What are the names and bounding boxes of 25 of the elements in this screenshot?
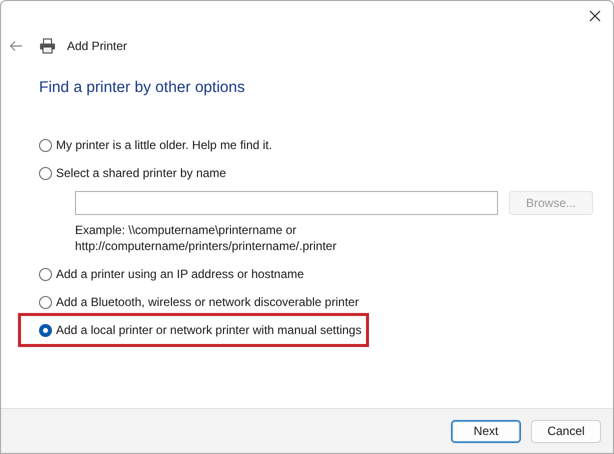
radio-button[interactable] [39,296,52,308]
window-title: Add Printer [67,39,128,53]
radio-option[interactable]: Add a Bluetooth, wireless or network discoverable printer [39,288,613,316]
radio-button[interactable] [39,268,52,280]
cancel-button[interactable]: Cancel [531,420,601,442]
back-button[interactable] [9,39,23,53]
printer-icon [39,38,56,54]
radio-button[interactable] [39,324,52,336]
printer-name-field[interactable] [75,191,498,215]
back-arrow-icon [9,40,23,52]
radio-option[interactable]: Select a shared printer by name [39,159,613,187]
example-text: Example: \\computername\printername or http://computername/printers/printername/.printer [75,222,338,254]
next-button[interactable]: Next [451,420,521,442]
close-icon [589,10,601,22]
radio-button[interactable] [39,166,52,180]
option-label[interactable]: Add a printer using an IP address or hostname [56,267,304,281]
option-label[interactable]: Add a local printer or network printer with manual settings [56,323,362,337]
radio-button[interactable] [39,138,52,152]
option-label[interactable]: My printer is a little older. Help me find it. [56,138,272,152]
option-label[interactable]: Select a shared printer by name [56,166,226,180]
radio-option[interactable]: Add a printer using an IP address or hostname [39,260,613,288]
option-label[interactable]: Add a Bluetooth, wireless or network discoverable printer [56,295,359,309]
highlight-frame[interactable]: Add a local printer or network printer with manual settings [21,316,366,344]
radio-option[interactable]: My printer is a little older. Help me find it. [39,131,613,159]
page-heading: Find a printer by other options [39,79,246,98]
